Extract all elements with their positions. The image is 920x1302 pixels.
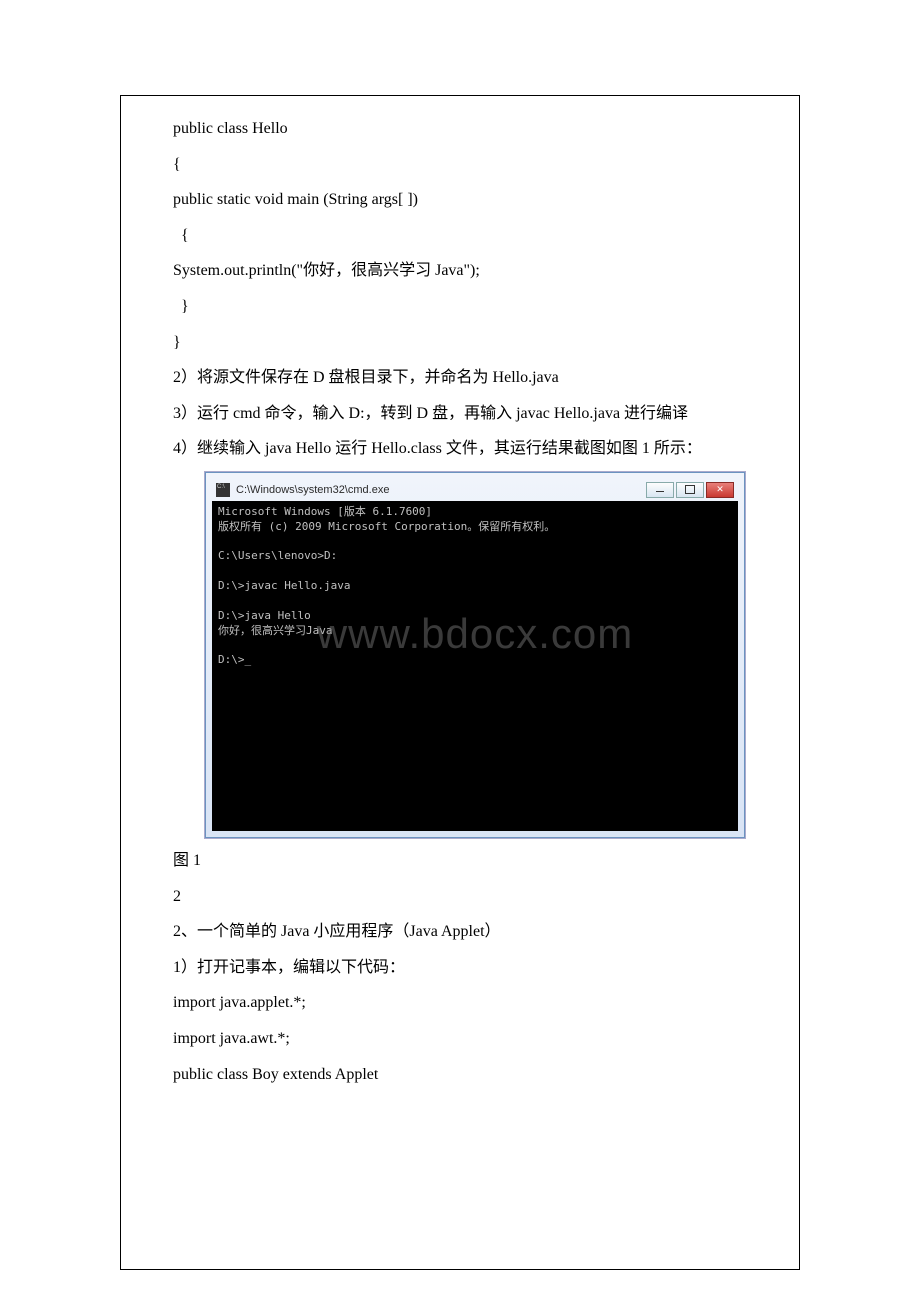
code-brace: { (173, 152, 779, 178)
terminal-line: 版权所有 (c) 2009 Microsoft Corporation。保留所有… (218, 520, 555, 533)
terminal-body: Microsoft Windows [版本 6.1.7600] 版权所有 (c)… (212, 501, 738, 831)
section-2-title: 2、一个简单的 Java 小应用程序（Java Applet） (141, 919, 779, 945)
code-brace: } (181, 294, 779, 320)
page-frame: public class Hello { public static void … (120, 95, 800, 1270)
code-brace: { (181, 223, 779, 249)
code-line: public class Hello (173, 116, 779, 142)
code-line: import java.applet.*; (141, 990, 779, 1016)
terminal-line: 你好，很高兴学习Java (218, 624, 333, 637)
figure-caption: 图 1 (141, 848, 779, 874)
code-brace: } (173, 330, 779, 356)
cmd-icon (216, 483, 230, 497)
terminal-titlebar: C:\Windows\system32\cmd.exe (212, 479, 738, 501)
section-num: 2 (141, 884, 779, 910)
step-3: 3）运行 cmd 命令，输入 D:，转到 D 盘，再输入 javac Hello… (141, 401, 779, 427)
substep-1: 1）打开记事本，编辑以下代码： (141, 955, 779, 981)
code-line: System.out.println("你好，很高兴学习 Java"); (173, 258, 779, 284)
step-2: 2）将源文件保存在 D 盘根目录下，并命名为 Hello.java (141, 365, 779, 391)
terminal-line: Microsoft Windows [版本 6.1.7600] (218, 505, 432, 518)
terminal-line: D:\>javac Hello.java (218, 579, 350, 592)
code-line: public static void main (String args[ ]) (173, 187, 779, 213)
minimize-button[interactable] (646, 482, 674, 498)
close-button[interactable] (706, 482, 734, 498)
step-4: 4）继续输入 java Hello 运行 Hello.class 文件，其运行结… (141, 436, 779, 462)
terminal-window: C:\Windows\system32\cmd.exe Microsoft Wi… (205, 472, 745, 838)
terminal-line: C:\Users\lenovo>D: (218, 549, 337, 562)
maximize-button[interactable] (676, 482, 704, 498)
terminal-title: C:\Windows\system32\cmd.exe (236, 484, 644, 496)
terminal-prompt: D:\>_ (218, 653, 251, 666)
terminal-line: D:\>java Hello (218, 609, 311, 622)
code-line: public class Boy extends Applet (141, 1062, 779, 1088)
code-line: import java.awt.*; (141, 1026, 779, 1052)
